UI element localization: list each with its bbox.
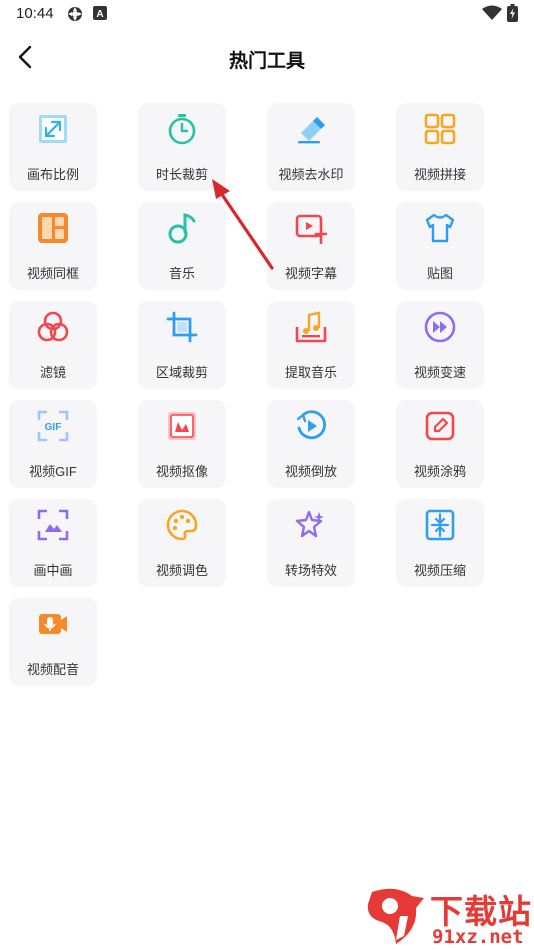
tool-extract-music[interactable]: 提取音乐 bbox=[267, 301, 355, 389]
notification-a-icon: A bbox=[93, 6, 107, 25]
tool-label: 转场特效 bbox=[284, 563, 337, 578]
picture-in-picture-icon bbox=[37, 509, 69, 541]
tool-label: 视频涂鸦 bbox=[413, 464, 466, 479]
music-note-icon bbox=[166, 212, 198, 244]
tool-voiceover[interactable]: 视频配音 bbox=[9, 598, 97, 686]
indicator-letter: A bbox=[96, 9, 103, 20]
status-time: 10:44 bbox=[16, 5, 54, 22]
tool-label: 视频GIF bbox=[29, 464, 77, 479]
doodle-icon bbox=[424, 410, 456, 442]
tool-label: 区域裁剪 bbox=[155, 365, 208, 380]
tool-label: 贴图 bbox=[426, 266, 453, 281]
tool-label: 视频拼接 bbox=[413, 167, 466, 182]
tool-label: 视频配音 bbox=[26, 662, 79, 677]
tool-cutout[interactable]: 视频抠像 bbox=[138, 400, 226, 488]
tool-label: 视频倒放 bbox=[284, 464, 337, 479]
wifi-icon bbox=[482, 5, 502, 26]
tool-duration-trim[interactable]: 时长裁剪 bbox=[138, 103, 226, 191]
subtitle-icon bbox=[295, 212, 327, 244]
site-watermark: 下载站 91xz.net bbox=[362, 884, 534, 950]
cutout-icon bbox=[166, 410, 198, 442]
shirt-icon bbox=[424, 212, 456, 244]
tool-reverse[interactable]: 视频倒放 bbox=[267, 400, 355, 488]
stopwatch-icon bbox=[166, 113, 198, 145]
watermark-logo-icon bbox=[367, 888, 424, 944]
tool-label: 画布比例 bbox=[26, 167, 79, 182]
tool-transitions[interactable]: 转场特效 bbox=[267, 499, 355, 587]
tool-region-crop[interactable]: 区域裁剪 bbox=[138, 301, 226, 389]
canvas-ratio-icon bbox=[37, 113, 69, 145]
tool-label: 视频去水印 bbox=[278, 167, 344, 182]
tool-video-gif[interactable]: GIF 视频GIF bbox=[9, 400, 97, 488]
tool-label: 视频压缩 bbox=[413, 563, 466, 578]
palette-icon bbox=[166, 509, 198, 541]
extract-music-icon bbox=[295, 311, 327, 343]
battery-icon bbox=[507, 4, 518, 27]
tool-label: 时长裁剪 bbox=[155, 167, 208, 182]
tool-label: 视频同框 bbox=[26, 266, 79, 281]
watermark-url: 91xz.net bbox=[432, 926, 524, 948]
tool-video-join[interactable]: 视频拼接 bbox=[396, 103, 484, 191]
compress-icon bbox=[424, 509, 456, 541]
header: 热门工具 bbox=[0, 36, 534, 80]
voiceover-icon bbox=[37, 608, 69, 640]
tool-subtitles[interactable]: 视频字幕 bbox=[267, 202, 355, 290]
tool-label: 视频变速 bbox=[413, 365, 466, 380]
tool-label: 视频抠像 bbox=[155, 464, 208, 479]
tool-color-grading[interactable]: 视频调色 bbox=[138, 499, 226, 587]
tool-music[interactable]: 音乐 bbox=[138, 202, 226, 290]
tool-filters[interactable]: 滤镜 bbox=[9, 301, 97, 389]
tool-doodle[interactable]: 视频涂鸦 bbox=[396, 400, 484, 488]
svg-text:GIF: GIF bbox=[45, 422, 62, 433]
tool-picture-in-picture[interactable]: 画中画 bbox=[9, 499, 97, 587]
tool-label: 画中画 bbox=[33, 563, 73, 578]
tool-split-screen[interactable]: 视频同框 bbox=[9, 202, 97, 290]
tool-stickers[interactable]: 贴图 bbox=[396, 202, 484, 290]
gif-icon: GIF bbox=[37, 410, 69, 442]
crop-icon bbox=[166, 311, 198, 343]
tool-label: 滤镜 bbox=[39, 365, 66, 380]
page-title: 热门工具 bbox=[228, 51, 305, 72]
tool-canvas-ratio[interactable]: 画布比例 bbox=[9, 103, 97, 191]
tool-label: 音乐 bbox=[168, 266, 195, 281]
status-bar: 10:44 A bbox=[0, 0, 534, 28]
tool-remove-watermark[interactable]: 视频去水印 bbox=[267, 103, 355, 191]
transition-star-icon bbox=[295, 509, 327, 541]
fast-forward-icon bbox=[424, 311, 456, 343]
eraser-icon bbox=[295, 113, 327, 145]
tool-compress[interactable]: 视频压缩 bbox=[396, 499, 484, 587]
split-frame-icon bbox=[37, 212, 69, 244]
filter-circles-icon bbox=[37, 311, 69, 343]
tool-label: 提取音乐 bbox=[284, 365, 337, 380]
reverse-play-icon bbox=[295, 410, 327, 442]
tool-speed[interactable]: 视频变速 bbox=[396, 301, 484, 389]
settings-cog-icon bbox=[66, 5, 84, 28]
grid-join-icon bbox=[424, 113, 456, 145]
tool-label: 视频调色 bbox=[155, 563, 208, 578]
tool-label: 视频字幕 bbox=[284, 266, 337, 281]
